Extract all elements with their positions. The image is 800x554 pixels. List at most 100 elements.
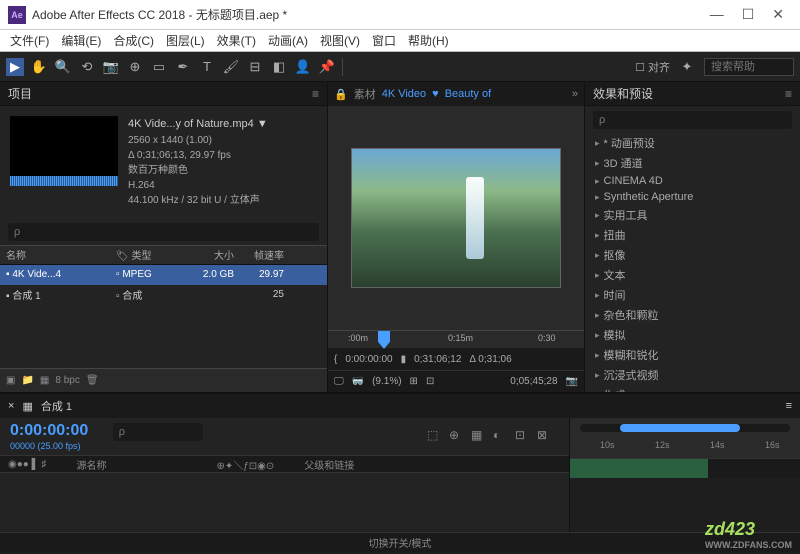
menu-animation[interactable]: 动画(A): [264, 30, 312, 51]
tl-icon-6[interactable]: ⊠: [537, 428, 553, 444]
effects-category[interactable]: Synthetic Aperture: [585, 189, 800, 205]
asset-thumbnail: [10, 116, 118, 176]
window-title: Adobe After Effects CC 2018 - 无标题项目.aep …: [32, 6, 710, 23]
effects-panel: 效果和预设 ≡ * 动画预设3D 通道CINEMA 4DSynthetic Ap…: [585, 82, 800, 392]
col-size[interactable]: 大小: [180, 247, 240, 262]
effects-category[interactable]: 扭曲: [585, 225, 800, 245]
menu-layer[interactable]: 图层(L): [162, 30, 209, 51]
brush-tool-icon[interactable]: 🖌: [222, 58, 240, 76]
effects-panel-menu-icon[interactable]: ≡: [785, 87, 792, 101]
bpc-label[interactable]: 8 bpc: [55, 375, 79, 386]
effects-category[interactable]: 生成: [585, 385, 800, 392]
col-name[interactable]: 名称: [0, 247, 110, 262]
camera-tool-icon[interactable]: 📷: [102, 58, 120, 76]
effects-category[interactable]: 模拟: [585, 325, 800, 345]
project-panel: 项目 ≡ 4K Vide...y of Nature.mp4 ▼ 2560 x …: [0, 82, 328, 392]
effects-category[interactable]: 实用工具: [585, 205, 800, 225]
watermark: zd423 WWW.ZDFANS.COM: [705, 519, 792, 550]
eraser-tool-icon[interactable]: ◧: [270, 58, 288, 76]
roto-tool-icon[interactable]: 👤: [294, 58, 312, 76]
text-tool-icon[interactable]: T: [198, 58, 216, 76]
wand-icon[interactable]: ✦: [678, 58, 696, 76]
effects-category[interactable]: 抠像: [585, 245, 800, 265]
toggle-switches[interactable]: 切换开关/模式: [369, 535, 432, 550]
trash-icon[interactable]: 🗑: [86, 375, 99, 386]
menu-edit[interactable]: 编辑(E): [57, 30, 105, 51]
effects-tab[interactable]: 效果和预设: [593, 85, 653, 102]
source-tab[interactable]: 素材: [354, 86, 376, 102]
col-fps[interactable]: 帧速率: [240, 247, 290, 262]
menu-help[interactable]: 帮助(H): [404, 30, 453, 51]
zoom-tool-icon[interactable]: 🔍: [54, 58, 72, 76]
tc-current[interactable]: 0;31;06;12: [414, 354, 461, 365]
project-search-input[interactable]: [8, 223, 319, 241]
timeline-timecode[interactable]: 0:00:00:00: [10, 422, 88, 439]
effects-search-input[interactable]: [593, 111, 792, 129]
effects-category[interactable]: CINEMA 4D: [585, 173, 800, 189]
effects-category[interactable]: * 动画预设: [585, 133, 800, 153]
timeline-track[interactable]: [570, 458, 800, 478]
zoom-level[interactable]: (9.1%): [372, 376, 401, 387]
project-tab[interactable]: 项目: [8, 85, 32, 102]
menu-composition[interactable]: 合成(C): [109, 30, 158, 51]
toolbar: ▶ ✋ 🔍 ⟲ 📷 ⊕ ▭ ✒ T 🖌 ⊟ ◧ 👤 📌 ☐ 对齐 ✦: [0, 52, 800, 82]
new-comp-icon[interactable]: ▦: [40, 375, 49, 386]
effects-category[interactable]: 文本: [585, 265, 800, 285]
timeline-tab[interactable]: 合成 1: [41, 398, 72, 414]
timeline-panel-menu-icon[interactable]: ≡: [786, 400, 792, 412]
tl-icon-4[interactable]: ◐: [493, 428, 509, 444]
anchor-tool-icon[interactable]: ⊕: [126, 58, 144, 76]
file-link[interactable]: 4K Video: [382, 88, 426, 100]
viewer-time-ruler[interactable]: :00m 0:15m 0:30: [328, 330, 584, 348]
maximize-button[interactable]: ☐: [742, 6, 755, 23]
display-icon[interactable]: 🖵: [334, 376, 344, 387]
timeline-scroll-thumb[interactable]: [620, 424, 740, 432]
puppet-tool-icon[interactable]: 📌: [318, 58, 336, 76]
col-type[interactable]: 类型: [131, 251, 151, 262]
close-button[interactable]: ✕: [772, 6, 784, 23]
timeline-search-input[interactable]: [113, 423, 203, 441]
playhead-icon[interactable]: [378, 331, 390, 349]
project-panel-menu-icon[interactable]: ≡: [312, 87, 319, 101]
interpret-icon[interactable]: ▣: [6, 375, 15, 386]
effects-category[interactable]: 沉浸式视频: [585, 365, 800, 385]
hand-tool-icon[interactable]: ✋: [30, 58, 48, 76]
tl-icon-3[interactable]: ▦: [471, 428, 487, 444]
table-row[interactable]: ▪ 4K Vide...4 ▫ MPEG 2.0 GB 29.97: [0, 265, 327, 285]
pen-tool-icon[interactable]: ✒: [174, 58, 192, 76]
effects-category[interactable]: 3D 通道: [585, 153, 800, 173]
tc-in[interactable]: 0:00:00:00: [345, 354, 392, 365]
snapshot-icon[interactable]: 📷: [566, 376, 578, 387]
lock-icon[interactable]: 🔒: [334, 88, 348, 101]
new-folder-icon[interactable]: 📁: [21, 375, 33, 386]
timeline-ruler[interactable]: 10s 12s 14s 16s: [570, 418, 800, 458]
effects-category[interactable]: 模糊和锐化: [585, 345, 800, 365]
stamp-tool-icon[interactable]: ⊟: [246, 58, 264, 76]
channel-icon[interactable]: ⊡: [426, 376, 434, 387]
help-search-input[interactable]: [704, 58, 794, 76]
grid-icon[interactable]: ⊞: [410, 376, 418, 387]
vr-icon[interactable]: 🥽: [352, 376, 364, 387]
tl-icon-2[interactable]: ⊕: [449, 428, 465, 444]
selection-tool-icon[interactable]: ▶: [6, 58, 24, 76]
footer-time[interactable]: 0;05;45;28: [510, 376, 557, 387]
minimize-button[interactable]: —: [710, 6, 724, 23]
table-row[interactable]: ▪ 合成 1 ▫ 合成 25: [0, 285, 327, 305]
effects-category[interactable]: 时间: [585, 285, 800, 305]
rotate-tool-icon[interactable]: ⟲: [78, 58, 96, 76]
tl-col-source[interactable]: 源名称: [76, 457, 106, 472]
titlebar: Ae Adobe After Effects CC 2018 - 无标题项目.a…: [0, 0, 800, 30]
menu-view[interactable]: 视图(V): [316, 30, 364, 51]
menu-effect[interactable]: 效果(T): [213, 30, 260, 51]
viewer-canvas[interactable]: [328, 106, 584, 330]
beauty-link[interactable]: Beauty of: [445, 88, 491, 100]
effects-category[interactable]: 杂色和颗粒: [585, 305, 800, 325]
project-table: 名称 🏷 类型 大小 帧速率 ▪ 4K Vide...4 ▫ MPEG 2.0 …: [0, 245, 327, 369]
snap-label[interactable]: 对齐: [648, 62, 670, 74]
menu-window[interactable]: 窗口: [368, 30, 400, 51]
tl-icon-1[interactable]: ⬚: [427, 428, 443, 444]
rect-tool-icon[interactable]: ▭: [150, 58, 168, 76]
tl-col-parent[interactable]: 父级和链接: [304, 457, 354, 472]
tl-icon-5[interactable]: ⊡: [515, 428, 531, 444]
menu-file[interactable]: 文件(F): [6, 30, 53, 51]
